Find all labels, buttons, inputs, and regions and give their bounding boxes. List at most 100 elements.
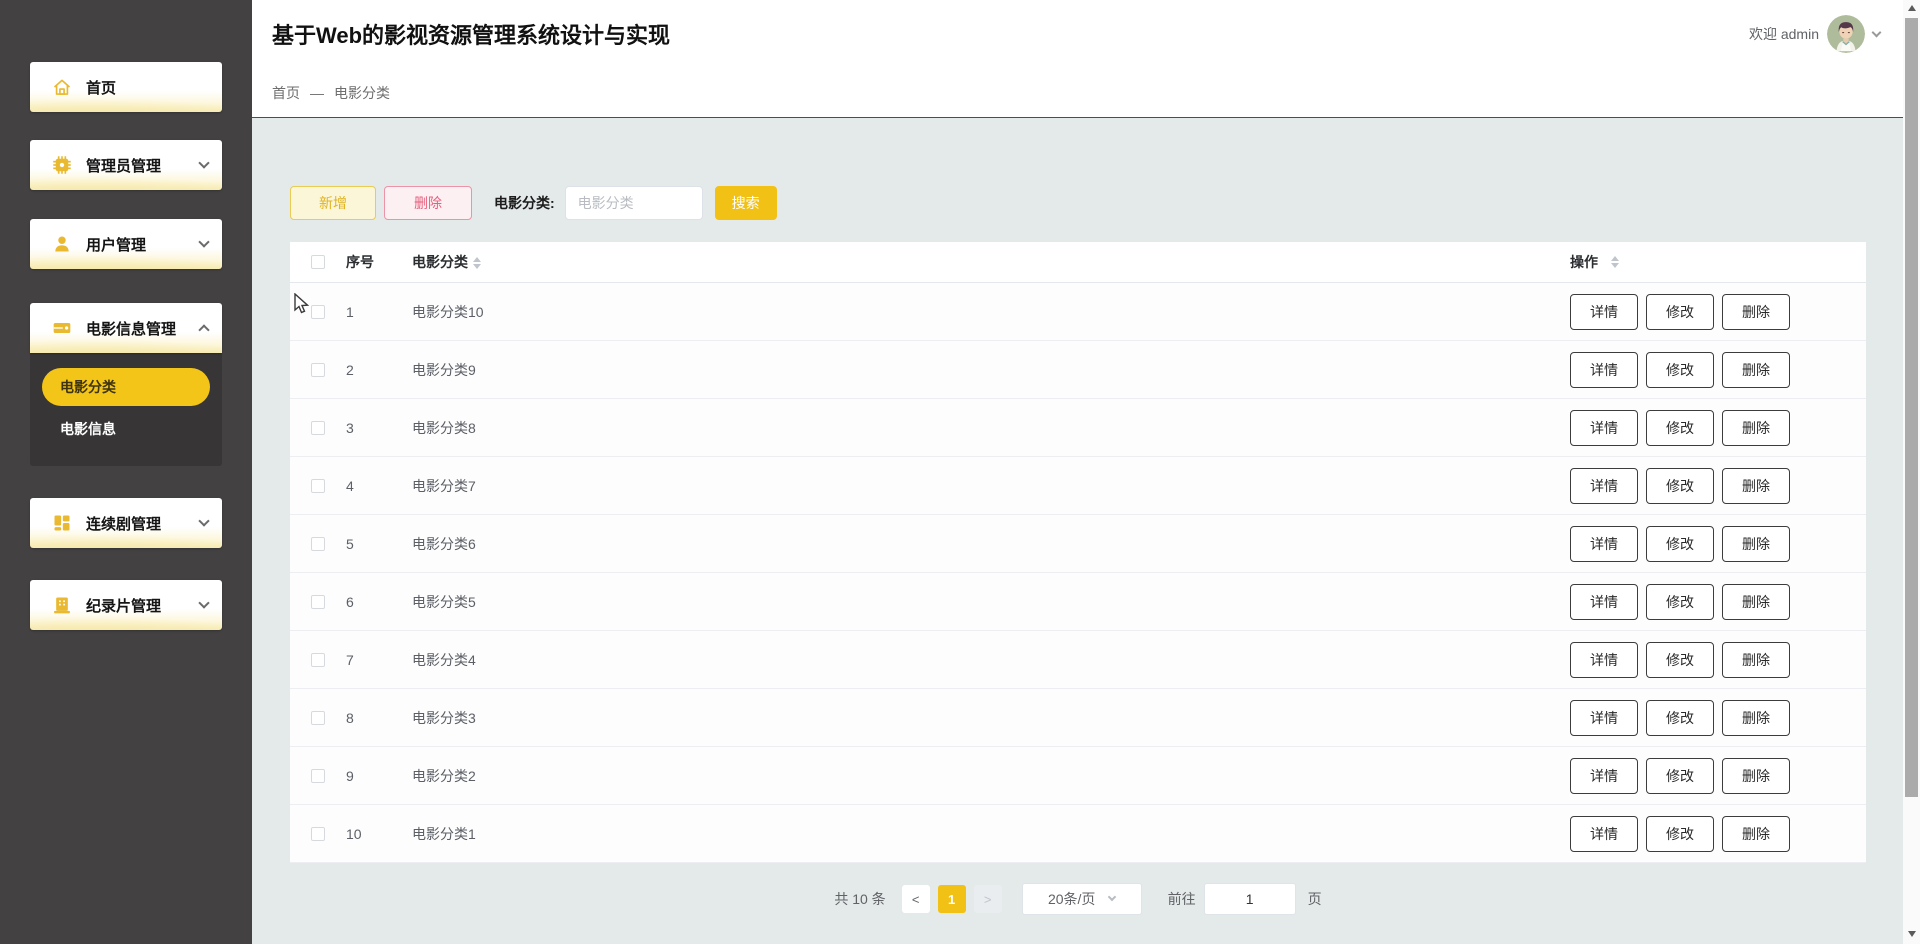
edit-button[interactable]: 修改	[1646, 293, 1714, 330]
row-category: 电影分类5	[412, 593, 476, 610]
delete-button[interactable]: 删除	[1722, 293, 1790, 330]
delete-button[interactable]: 删除	[1722, 467, 1790, 504]
sidebar-item-movie-info-management[interactable]: 电影信息管理	[30, 303, 222, 353]
row-index: 8	[346, 709, 354, 726]
table-row: 3 电影分类8 详情 修改 删除	[290, 399, 1866, 457]
breadcrumb: 首页 — 电影分类	[252, 68, 1920, 118]
add-button[interactable]: 新增	[290, 186, 376, 220]
row-category: 电影分类4	[412, 651, 476, 668]
row-checkbox[interactable]	[311, 420, 325, 435]
vertical-scrollbar[interactable]	[1903, 0, 1920, 944]
breadcrumb-home[interactable]: 首页	[272, 83, 300, 103]
goto-page-input[interactable]	[1203, 883, 1296, 915]
sort-icon[interactable]	[1611, 256, 1619, 268]
detail-button[interactable]: 详情	[1570, 583, 1638, 620]
detail-button[interactable]: 详情	[1570, 351, 1638, 388]
row-checkbox[interactable]	[311, 826, 325, 841]
row-category: 电影分类10	[412, 303, 484, 320]
detail-button[interactable]: 详情	[1570, 641, 1638, 678]
column-header-index: 序号	[346, 254, 374, 270]
page-size-select[interactable]: 20条/页	[1021, 883, 1142, 915]
row-checkbox[interactable]	[311, 536, 325, 551]
chevron-down-icon	[198, 515, 210, 527]
table: 序号 电影分类 操作 1 电影分类10 详情 修改 删除 2 电影分类9 详情 …	[290, 242, 1866, 863]
row-checkbox[interactable]	[311, 478, 325, 493]
delete-button[interactable]: 删除	[1722, 351, 1790, 388]
breadcrumb-current: 电影分类	[334, 84, 390, 101]
sidebar-item-series-management[interactable]: 连续剧管理	[30, 498, 222, 548]
row-checkbox[interactable]	[311, 710, 325, 725]
row-index: 2	[346, 361, 354, 378]
delete-button[interactable]: 删除	[1722, 815, 1790, 852]
delete-button[interactable]: 删除	[1722, 699, 1790, 736]
sidebar-item-label: 连续剧管理	[86, 515, 162, 533]
scroll-down-arrow-icon[interactable]	[1903, 926, 1920, 942]
edit-button[interactable]: 修改	[1646, 699, 1714, 736]
home-icon	[53, 79, 71, 95]
sidebar-item-admin-management[interactable]: 管理员管理	[30, 140, 222, 190]
row-index: 3	[346, 419, 354, 436]
delete-button[interactable]: 删除	[1722, 409, 1790, 446]
submenu-item-movie-category[interactable]: 电影分类	[42, 368, 210, 406]
search-input[interactable]	[564, 186, 703, 220]
search-button[interactable]: 搜索	[714, 186, 777, 220]
edit-button[interactable]: 修改	[1646, 757, 1714, 794]
detail-button[interactable]: 详情	[1570, 699, 1638, 736]
row-category: 电影分类8	[412, 419, 476, 436]
table-row: 10 电影分类1 详情 修改 删除	[290, 805, 1866, 863]
column-header-actions[interactable]: 操作	[1570, 252, 1866, 272]
delete-button[interactable]: 删除	[1722, 583, 1790, 620]
detail-button[interactable]: 详情	[1570, 293, 1638, 330]
chevron-down-icon[interactable]	[1871, 27, 1882, 37]
row-checkbox[interactable]	[311, 768, 325, 783]
sidebar-item-label: 管理员管理	[86, 157, 162, 175]
content: 新增 删除 电影分类: 搜索 序号 电影分类 操作 1 电影分类10 详情 修改…	[252, 118, 1920, 943]
detail-button[interactable]: 详情	[1570, 467, 1638, 504]
edit-button[interactable]: 修改	[1646, 641, 1714, 678]
sidebar-item-documentary-management[interactable]: 纪录片管理	[30, 580, 222, 630]
row-checkbox[interactable]	[311, 304, 325, 319]
goto-suffix: 页	[1307, 891, 1322, 907]
scroll-up-arrow-icon[interactable]	[1903, 0, 1920, 16]
delete-button[interactable]: 删除	[1722, 641, 1790, 678]
row-category: 电影分类3	[412, 709, 476, 726]
topbar: 基于Web的影视资源管理系统设计与实现 欢迎 admin	[252, 0, 1920, 68]
breadcrumb-separator: —	[310, 84, 324, 101]
prev-page-button[interactable]: <	[901, 885, 930, 913]
select-all-checkbox[interactable]	[311, 255, 325, 269]
submenu-item-movie-info[interactable]: 电影信息	[42, 410, 210, 448]
edit-button[interactable]: 修改	[1646, 467, 1714, 504]
delete-button[interactable]: 删除	[384, 186, 472, 220]
edit-button[interactable]: 修改	[1646, 525, 1714, 562]
detail-button[interactable]: 详情	[1570, 757, 1638, 794]
row-checkbox[interactable]	[311, 652, 325, 667]
next-page-button[interactable]: >	[973, 885, 1002, 913]
avatar[interactable]	[1827, 15, 1865, 53]
chevron-down-icon	[1108, 892, 1117, 902]
scrollbar-thumb[interactable]	[1905, 18, 1918, 797]
detail-button[interactable]: 详情	[1570, 409, 1638, 446]
sort-icon[interactable]	[473, 257, 481, 270]
page-number-button[interactable]: 1	[937, 885, 966, 913]
user-menu[interactable]: 欢迎 admin	[1749, 15, 1882, 53]
row-checkbox[interactable]	[311, 362, 325, 377]
row-checkbox[interactable]	[311, 594, 325, 609]
table-row: 1 电影分类10 详情 修改 删除	[290, 283, 1866, 341]
edit-button[interactable]: 修改	[1646, 409, 1714, 446]
sidebar-item-home[interactable]: 首页	[30, 62, 222, 112]
chevron-up-icon	[198, 324, 210, 336]
column-header-category[interactable]: 电影分类	[412, 252, 1570, 272]
detail-button[interactable]: 详情	[1570, 525, 1638, 562]
row-category: 电影分类7	[412, 477, 476, 494]
edit-button[interactable]: 修改	[1646, 351, 1714, 388]
page: 首页 管理员管理 用户管理 电影信息管理 电影分类 电影信息 连续剧管理 纪录片…	[0, 0, 1920, 944]
delete-button[interactable]: 删除	[1722, 757, 1790, 794]
edit-button[interactable]: 修改	[1646, 583, 1714, 620]
goto-label: 前往	[1167, 891, 1196, 907]
delete-button[interactable]: 删除	[1722, 525, 1790, 562]
table-body: 1 电影分类10 详情 修改 删除 2 电影分类9 详情 修改 删除 3 电影分…	[290, 283, 1866, 863]
sidebar-item-user-management[interactable]: 用户管理	[30, 219, 222, 269]
detail-button[interactable]: 详情	[1570, 815, 1638, 852]
toolbar: 新增 删除 电影分类: 搜索	[290, 186, 1920, 220]
edit-button[interactable]: 修改	[1646, 815, 1714, 852]
